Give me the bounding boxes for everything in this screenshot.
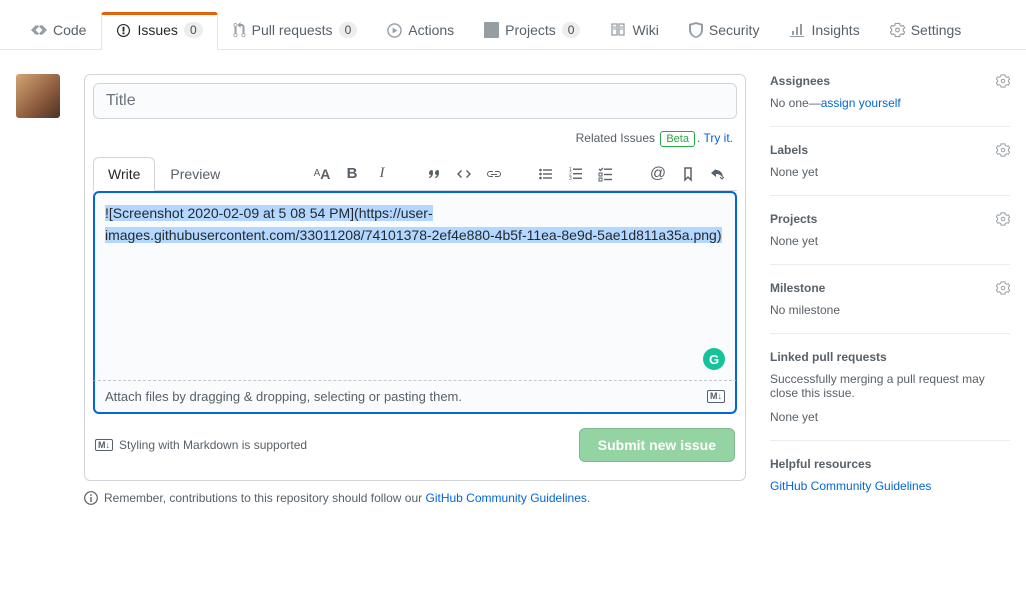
editor-selection: ![Screenshot 2020-02-09 at 5 08 54 PM](h…: [105, 205, 722, 243]
reference-icon[interactable]: [675, 161, 701, 187]
sidebar-linked-prs: Linked pull requests Successfully mergin…: [770, 350, 1010, 441]
editor-tabs: Write Preview AA B I 123 @: [93, 157, 737, 191]
sidebar-labels: Labels None yet: [770, 143, 1010, 196]
sidebar-projects-title: Projects: [770, 212, 817, 226]
linked-desc: Successfully merging a pull request may …: [770, 372, 1010, 400]
bulleted-list-icon[interactable]: [533, 161, 559, 187]
tab-settings[interactable]: Settings: [875, 11, 977, 50]
guidelines-note: Remember, contributions to this reposito…: [84, 491, 746, 505]
gear-icon[interactable]: [996, 143, 1010, 157]
tab-insights-label: Insights: [811, 22, 859, 38]
tab-issues[interactable]: Issues 0: [101, 12, 217, 50]
heading-icon[interactable]: AA: [309, 161, 335, 187]
sidebar-resources-title: Helpful resources: [770, 457, 1010, 471]
try-it-link[interactable]: Try it.: [703, 131, 733, 145]
sidebar-milestone: Milestone No milestone: [770, 281, 1010, 334]
tab-pull-requests[interactable]: Pull requests 0: [218, 11, 373, 50]
sidebar-linked-title: Linked pull requests: [770, 350, 1010, 364]
tab-code[interactable]: Code: [16, 11, 101, 50]
projects-count: 0: [562, 22, 581, 38]
attach-hint: Attach files by dragging & dropping, sel…: [105, 389, 462, 404]
tab-actions-label: Actions: [408, 22, 454, 38]
pulls-count: 0: [339, 22, 358, 38]
issue-body-textarea[interactable]: ![Screenshot 2020-02-09 at 5 08 54 PM](h…: [93, 191, 737, 381]
tab-issues-label: Issues: [137, 22, 177, 38]
numbered-list-icon[interactable]: 123: [563, 161, 589, 187]
code-icon[interactable]: [451, 161, 477, 187]
tab-write[interactable]: Write: [93, 157, 155, 191]
tab-actions[interactable]: Actions: [372, 11, 469, 50]
grammarly-icon[interactable]: G: [703, 348, 725, 370]
tab-pulls-label: Pull requests: [252, 22, 333, 38]
tab-wiki-label: Wiki: [632, 22, 658, 38]
issue-sidebar: Assignees No one—assign yourself Labels …: [770, 74, 1010, 525]
submit-new-issue-button[interactable]: Submit new issue: [579, 428, 735, 462]
tab-settings-label: Settings: [911, 22, 962, 38]
attach-files-bar[interactable]: Attach files by dragging & dropping, sel…: [93, 381, 737, 414]
issue-title-input[interactable]: [93, 83, 737, 119]
tab-projects-label: Projects: [505, 22, 556, 38]
assign-yourself-link[interactable]: assign yourself: [821, 96, 901, 110]
tab-security[interactable]: Security: [674, 11, 775, 50]
tab-projects[interactable]: Projects 0: [469, 11, 595, 50]
markdown-icon: M↓: [95, 439, 113, 452]
markdown-icon: M↓: [707, 390, 725, 403]
sidebar-milestone-title: Milestone: [770, 281, 825, 295]
saved-replies-icon[interactable]: [705, 161, 731, 187]
user-avatar[interactable]: [16, 74, 60, 118]
sidebar-assignees-title: Assignees: [770, 74, 830, 88]
gear-icon[interactable]: [996, 74, 1010, 88]
markdown-toolbar: AA B I 123 @: [235, 161, 737, 187]
mention-icon[interactable]: @: [645, 161, 671, 187]
quote-icon[interactable]: [421, 161, 447, 187]
related-issues-row: Related Issues Beta. Try it.: [93, 131, 737, 145]
repo-nav: Code Issues 0 Pull requests 0 Actions Pr…: [0, 0, 1026, 50]
community-guidelines-link[interactable]: GitHub Community Guidelines: [426, 491, 587, 505]
markdown-support-note[interactable]: M↓ Styling with Markdown is supported: [95, 438, 307, 452]
sidebar-resources: Helpful resources GitHub Community Guide…: [770, 457, 1010, 509]
sidebar-labels-title: Labels: [770, 143, 808, 157]
tab-code-label: Code: [53, 22, 86, 38]
sidebar-projects: Projects None yet: [770, 212, 1010, 265]
link-icon[interactable]: [481, 161, 507, 187]
svg-text:3: 3: [569, 176, 572, 182]
bold-icon[interactable]: B: [339, 161, 365, 187]
resources-link[interactable]: GitHub Community Guidelines: [770, 479, 931, 493]
gear-icon[interactable]: [996, 212, 1010, 226]
tab-insights[interactable]: Insights: [774, 11, 874, 50]
tab-preview[interactable]: Preview: [155, 157, 235, 191]
beta-badge: Beta: [660, 131, 695, 147]
tab-security-label: Security: [709, 22, 760, 38]
gear-icon[interactable]: [996, 281, 1010, 295]
info-icon: [84, 491, 98, 505]
italic-icon[interactable]: I: [369, 161, 395, 187]
task-list-icon[interactable]: [593, 161, 619, 187]
tab-wiki[interactable]: Wiki: [595, 11, 673, 50]
issues-count: 0: [184, 22, 203, 38]
sidebar-assignees: Assignees No one—assign yourself: [770, 74, 1010, 127]
new-issue-form: Related Issues Beta. Try it. Write Previ…: [84, 74, 746, 481]
